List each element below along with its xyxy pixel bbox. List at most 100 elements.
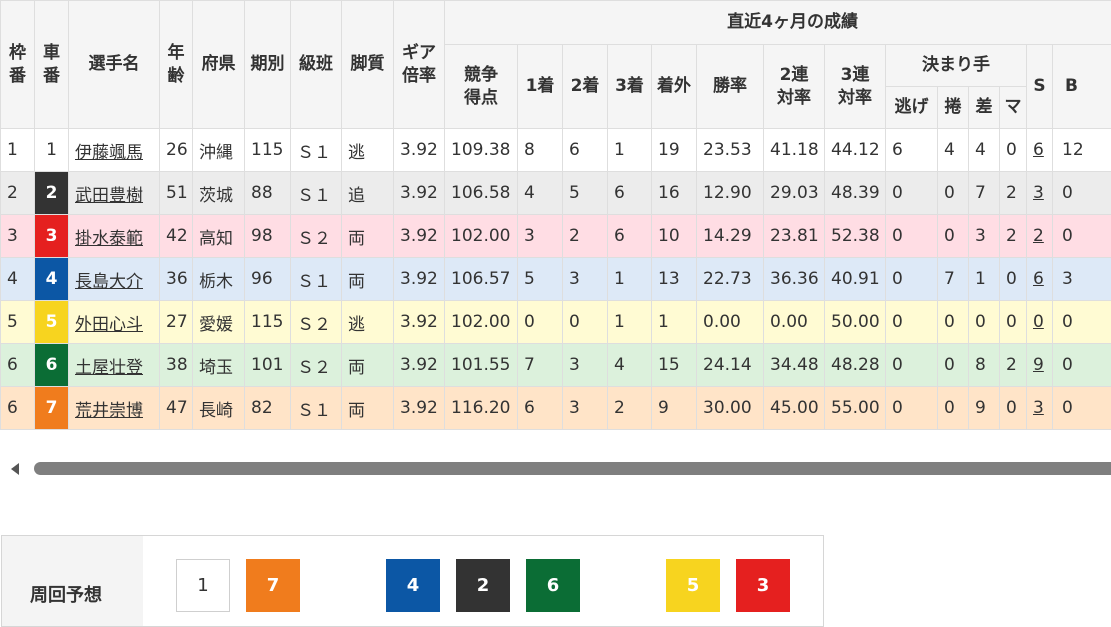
cell-ren2: 34.48 bbox=[764, 344, 825, 387]
cell-makuri: 0 bbox=[938, 215, 969, 258]
cell-nige: 6 bbox=[886, 129, 938, 172]
cell-win: 14.29 bbox=[697, 215, 764, 258]
cell-pref: 長崎 bbox=[193, 387, 245, 430]
cell-out: 19 bbox=[652, 129, 697, 172]
cell-ma: 2 bbox=[1000, 215, 1027, 258]
header-term: 期別 bbox=[245, 1, 291, 129]
cell-third: 1 bbox=[608, 258, 652, 301]
cell-waku: 2 bbox=[1, 172, 35, 215]
header-score: 競争得点 bbox=[445, 45, 518, 129]
cell-car: 7 bbox=[35, 387, 69, 430]
forecast-chip-2: 2 bbox=[456, 559, 510, 612]
s-count-link[interactable]: 3 bbox=[1033, 398, 1044, 418]
cell-second: 3 bbox=[563, 387, 608, 430]
header-car-number: 車番 bbox=[35, 1, 69, 129]
cell-b: 0 bbox=[1053, 387, 1111, 430]
table-row: 67荒井崇博47長崎82Ｓ１両3.92116.20632930.0045.005… bbox=[1, 387, 1111, 430]
cell-second: 3 bbox=[563, 344, 608, 387]
cell-name: 伊藤颯馬 bbox=[69, 129, 160, 172]
header-sashi: 差 bbox=[969, 87, 1000, 129]
cell-ren2: 36.36 bbox=[764, 258, 825, 301]
header-s: S bbox=[1027, 45, 1053, 129]
cell-name: 長島大介 bbox=[69, 258, 160, 301]
forecast-chip-1: 1 bbox=[176, 559, 230, 612]
cell-name: 掛水泰範 bbox=[69, 215, 160, 258]
cell-win: 23.53 bbox=[697, 129, 764, 172]
cell-pref: 沖縄 bbox=[193, 129, 245, 172]
rider-name-link[interactable]: 土屋壮登 bbox=[75, 358, 143, 378]
cell-pref: 高知 bbox=[193, 215, 245, 258]
table-row: 55外田心斗27愛媛115Ｓ２逃3.92102.0000110.000.0050… bbox=[1, 301, 1111, 344]
scroll-thumb[interactable] bbox=[34, 462, 1111, 475]
cell-win: 24.14 bbox=[697, 344, 764, 387]
cell-s: 0 bbox=[1027, 301, 1053, 344]
cell-pref: 茨城 bbox=[193, 172, 245, 215]
cell-age: 27 bbox=[160, 301, 193, 344]
cell-gear: 3.92 bbox=[394, 172, 445, 215]
s-count-link[interactable]: 0 bbox=[1033, 312, 1044, 332]
scroll-left-arrow-icon[interactable] bbox=[11, 463, 19, 475]
cell-pref: 愛媛 bbox=[193, 301, 245, 344]
cell-class: Ｓ１ bbox=[291, 258, 342, 301]
cell-ren2: 0.00 bbox=[764, 301, 825, 344]
rider-name-link[interactable]: 荒井崇博 bbox=[75, 401, 143, 421]
cell-first: 7 bbox=[518, 344, 563, 387]
race-entry-table: 枠番 車番 選手名 年齢 府県 期別 級班 脚質 ギア倍率 直近4ヶ月の成績 競… bbox=[0, 0, 1111, 430]
horizontal-scrollbar[interactable] bbox=[0, 458, 1111, 480]
cell-style: 両 bbox=[342, 387, 394, 430]
cell-term: 115 bbox=[245, 301, 291, 344]
cell-nige: 0 bbox=[886, 258, 938, 301]
forecast-chip-4: 4 bbox=[386, 559, 440, 612]
cell-second: 2 bbox=[563, 215, 608, 258]
cell-pref: 埼玉 bbox=[193, 344, 245, 387]
cell-makuri: 0 bbox=[938, 387, 969, 430]
cell-waku: 5 bbox=[1, 301, 35, 344]
header-rider-name: 選手名 bbox=[69, 1, 160, 129]
cell-makuri: 7 bbox=[938, 258, 969, 301]
cell-name: 外田心斗 bbox=[69, 301, 160, 344]
cell-ren2: 29.03 bbox=[764, 172, 825, 215]
s-count-link[interactable]: 6 bbox=[1033, 140, 1044, 160]
cell-third: 6 bbox=[608, 172, 652, 215]
cell-first: 6 bbox=[518, 387, 563, 430]
header-makuri: 捲 bbox=[938, 87, 969, 129]
cell-pref: 栃木 bbox=[193, 258, 245, 301]
cell-s: 3 bbox=[1027, 172, 1053, 215]
cell-style: 逃 bbox=[342, 301, 394, 344]
header-win-rate: 勝率 bbox=[697, 45, 764, 129]
cell-third: 4 bbox=[608, 344, 652, 387]
cell-win: 30.00 bbox=[697, 387, 764, 430]
cell-gear: 3.92 bbox=[394, 215, 445, 258]
rider-name-link[interactable]: 外田心斗 bbox=[75, 315, 143, 335]
cell-third: 1 bbox=[608, 129, 652, 172]
cell-b: 0 bbox=[1053, 215, 1111, 258]
cell-win: 12.90 bbox=[697, 172, 764, 215]
cell-score: 102.00 bbox=[445, 301, 518, 344]
cell-car: 2 bbox=[35, 172, 69, 215]
rider-name-link[interactable]: 長島大介 bbox=[75, 272, 143, 292]
cell-second: 0 bbox=[563, 301, 608, 344]
rider-name-link[interactable]: 武田豊樹 bbox=[75, 186, 143, 206]
cell-first: 3 bbox=[518, 215, 563, 258]
cell-out: 13 bbox=[652, 258, 697, 301]
header-second: 2着 bbox=[563, 45, 608, 129]
table-row: 44長島大介36栃木96Ｓ１両3.92106.575311322.7336.36… bbox=[1, 258, 1111, 301]
rider-name-link[interactable]: 掛水泰範 bbox=[75, 229, 143, 249]
cell-s: 3 bbox=[1027, 387, 1053, 430]
cell-first: 8 bbox=[518, 129, 563, 172]
cell-term: 88 bbox=[245, 172, 291, 215]
s-count-link[interactable]: 3 bbox=[1033, 183, 1044, 203]
lap-forecast-panel: 周回予想 1742653 bbox=[1, 535, 824, 627]
cell-ren2: 45.00 bbox=[764, 387, 825, 430]
cell-win: 22.73 bbox=[697, 258, 764, 301]
s-count-link[interactable]: 9 bbox=[1033, 355, 1044, 375]
cell-sashi: 7 bbox=[969, 172, 1000, 215]
header-third: 3着 bbox=[608, 45, 652, 129]
cell-name: 武田豊樹 bbox=[69, 172, 160, 215]
header-class: 級班 bbox=[291, 1, 342, 129]
s-count-link[interactable]: 6 bbox=[1033, 269, 1044, 289]
table-row: 66土屋壮登38埼玉101Ｓ２両3.92101.557341524.1434.4… bbox=[1, 344, 1111, 387]
s-count-link[interactable]: 2 bbox=[1033, 226, 1044, 246]
rider-name-link[interactable]: 伊藤颯馬 bbox=[75, 143, 143, 163]
cell-ma: 2 bbox=[1000, 172, 1027, 215]
